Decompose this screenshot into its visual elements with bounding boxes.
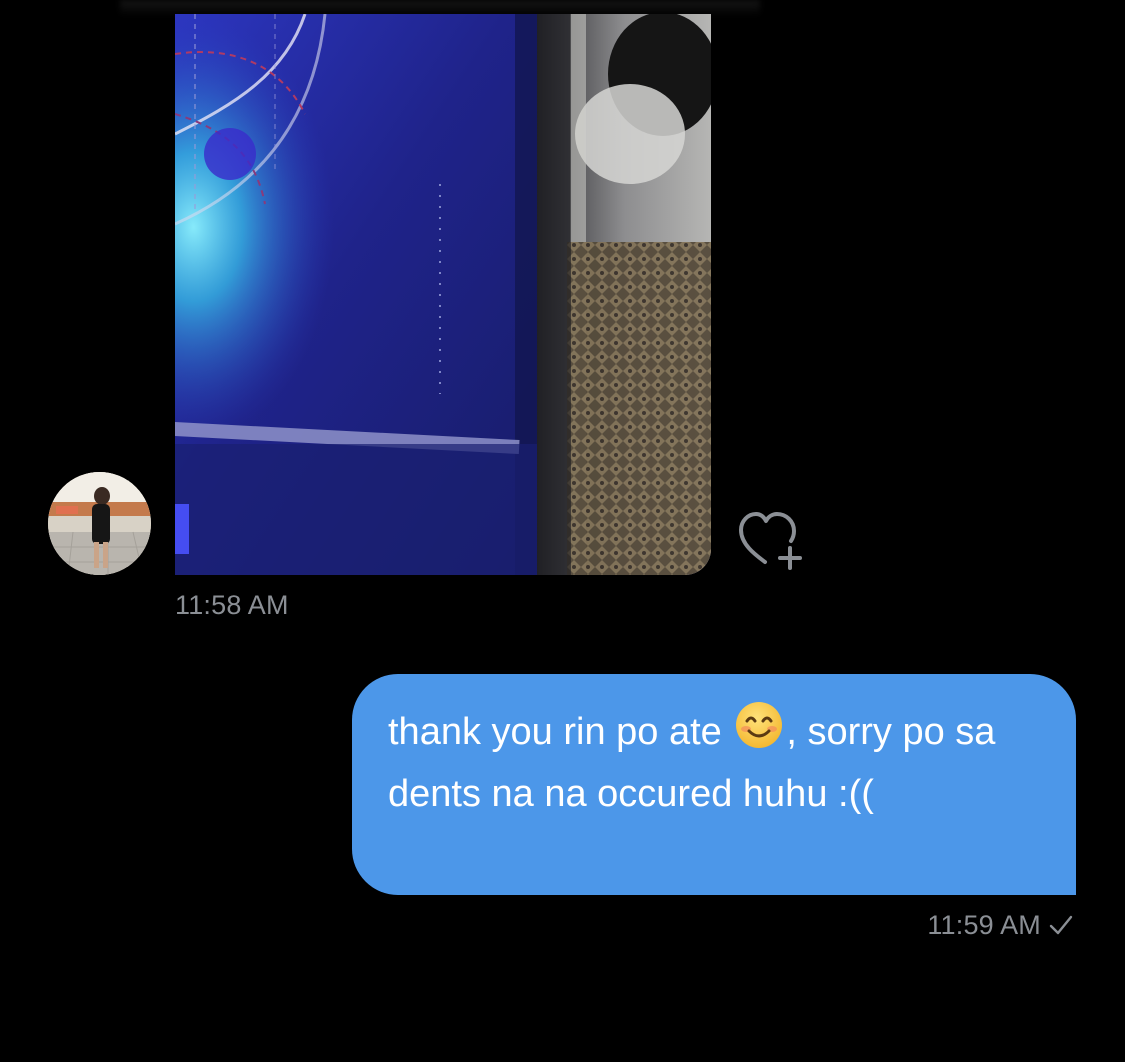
check-icon (1049, 915, 1073, 935)
message-text-part-1: thank you rin po ate (388, 711, 733, 753)
smiling-face-emoji (734, 700, 784, 766)
sender-avatar[interactable] (48, 472, 151, 575)
sent-message-bubble[interactable]: thank you rin po ate , sorry po sa dents… (352, 674, 1076, 895)
heart-plus-icon[interactable] (735, 510, 805, 572)
sent-timestamp: 11:59 AM (927, 910, 1041, 940)
received-photo[interactable] (175, 14, 711, 575)
sent-status-row: 11:59 AM (927, 909, 1073, 941)
received-timestamp: 11:58 AM (175, 590, 289, 620)
